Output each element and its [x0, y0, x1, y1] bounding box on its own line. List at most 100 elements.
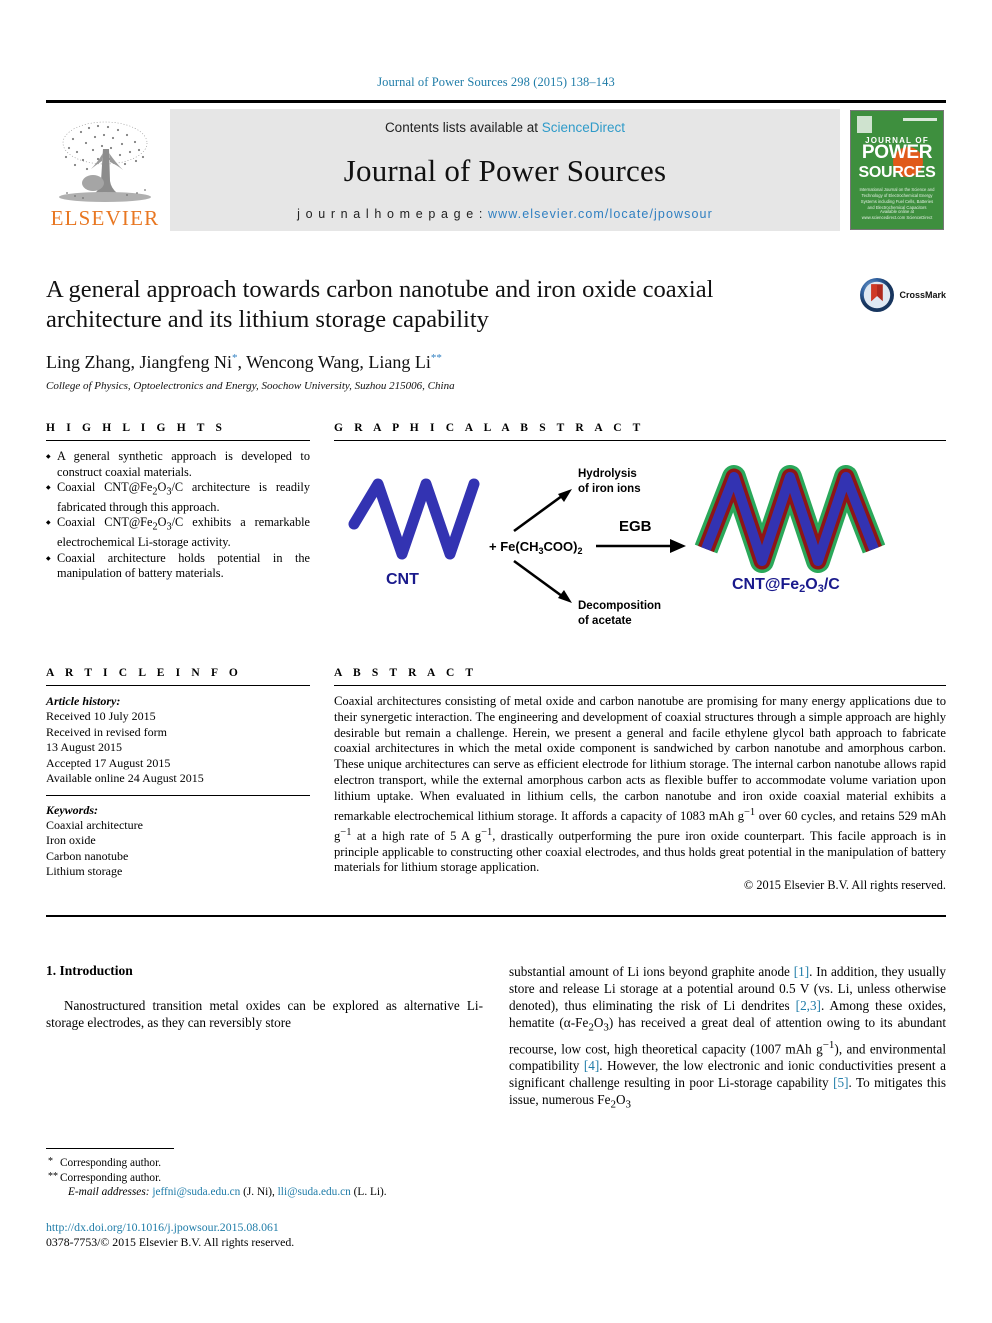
footnotes-block: * Corresponding author. ** Corresponding a… — [46, 1148, 486, 1250]
article-info-rule — [46, 685, 310, 686]
journal-homepage-line: j o u r n a l h o m e p a g e : www.else… — [297, 207, 713, 221]
homepage-url-link[interactable]: www.elsevier.com/locate/jpowsour — [488, 207, 713, 221]
article-info-heading: A R T I C L E I N F O — [46, 667, 242, 679]
crossmark-icon — [860, 278, 895, 312]
citation-link[interactable]: [4] — [584, 1058, 599, 1073]
section-divider-rule — [46, 915, 946, 918]
history-line: Available online 24 August 2015 — [46, 771, 204, 785]
article-history-label: Article history: — [46, 694, 121, 708]
coaxial-product-graphic — [694, 465, 886, 573]
graphical-abstract-heading: G R A P H I C A L A B S T R A C T — [334, 422, 645, 434]
graphical-abstract-svg: CNT + Fe(CH3COO)2 Hydrolysis of iron ion… — [348, 465, 886, 627]
footnote-mark-2: ** — [48, 1170, 58, 1182]
list-item: A general synthetic approach is develope… — [46, 449, 310, 480]
abstract-copyright: © 2015 Elsevier B.V. All rights reserved… — [743, 878, 946, 893]
body-column-right: substantial amount of Li ions beyond gra… — [509, 963, 946, 1114]
footnote-corresponding-2: ** Corresponding author. — [46, 1171, 486, 1186]
cover-top-rule — [903, 118, 937, 121]
email-addresses-label: E-mail addresses: — [68, 1186, 150, 1198]
journal-masthead: ELSEVIER Contents lists available at Sci… — [46, 100, 946, 231]
intro-paragraph-right: substantial amount of Li ions beyond gra… — [509, 964, 946, 1111]
page-title: A general approach towards carbon nanotu… — [46, 276, 714, 333]
citation-link[interactable]: [5] — [833, 1075, 848, 1090]
elsevier-wordmark: ELSEVIER — [50, 206, 160, 230]
highlights-list: A general synthetic approach is develope… — [46, 449, 310, 582]
affiliation: College of Physics, Optoelectronics and … — [46, 380, 455, 392]
article-page: Journal of Power Sources 298 (2015) 138–… — [0, 0, 992, 1323]
author-footnote-mark-2[interactable]: ** — [431, 352, 442, 364]
graphical-abstract-rule — [334, 440, 946, 441]
list-item: Coaxial CNT@Fe2O3/C exhibits a remarkabl… — [46, 515, 310, 550]
homepage-prefix: j o u r n a l h o m e p a g e : — [297, 207, 488, 221]
body-column-left: 1. Introduction Nanostructured transitio… — [46, 963, 483, 1114]
article-info-column: A R T I C L E I N F O Article history: R… — [46, 667, 310, 893]
hydrolysis-label-line1: Hydrolysis — [578, 468, 637, 480]
doi-link[interactable]: http://dx.doi.org/10.1016/j.jpowsour.201… — [46, 1220, 486, 1235]
history-line: Received 10 July 2015 — [46, 709, 156, 723]
cover-footer: Available online at www.sciencedirect.co… — [861, 209, 933, 220]
highlights-column: H I G H L I G H T S A general synthetic … — [46, 422, 310, 649]
highlights-graphical-area: H I G H L I G H T S A general synthetic … — [46, 422, 946, 649]
egb-label: EGB — [619, 518, 652, 535]
body-columns: 1. Introduction Nanostructured transitio… — [46, 963, 946, 1114]
author-group-2: , Wencong Wang, Liang Li — [237, 352, 431, 372]
keyword-item: Lithium storage — [46, 864, 123, 878]
keywords-label: Keywords: — [46, 802, 98, 817]
graphical-abstract-figure: CNT + Fe(CH3COO)2 Hydrolysis of iron ion… — [334, 449, 946, 649]
section-heading-introduction: 1. Introduction — [46, 963, 133, 979]
cnt-label: CNT — [386, 571, 419, 588]
cover-line2: POWER — [861, 142, 933, 163]
sciencedirect-link[interactable]: ScienceDirect — [542, 120, 625, 135]
footnote-rule — [46, 1148, 174, 1149]
article-info-abstract-area: A R T I C L E I N F O Article history: R… — [46, 667, 946, 893]
hydrolysis-label-line2: of iron ions — [578, 483, 641, 495]
doi-block: http://dx.doi.org/10.1016/j.jpowsour.201… — [46, 1220, 486, 1250]
contents-available-line: Contents lists available at ScienceDirec… — [385, 120, 625, 135]
abstract-rule — [334, 685, 946, 686]
title-block: A general approach towards carbon nanotu… — [46, 275, 946, 392]
highlights-heading: H I G H L I G H T S — [46, 422, 227, 434]
cnt-squiggle-graphic — [348, 478, 480, 560]
journal-title: Journal of Power Sources — [343, 153, 667, 188]
email-link-1[interactable]: jeffni@suda.edu.cn — [152, 1186, 240, 1198]
cover-blurb: International Journal on the Science and… — [859, 187, 935, 210]
abstract-column: A B S T R A C T Coaxial architectures co… — [334, 667, 946, 893]
elsevier-tree-icon — [59, 121, 151, 202]
abstract-text: Coaxial architectures consisting of meta… — [334, 694, 947, 875]
author-list: Ling Zhang, Jiangfeng Ni*, Wencong Wang,… — [46, 352, 806, 373]
journal-cover-thumbnail: JOURNAL OF POWER SOURCES International J… — [848, 109, 946, 231]
elsevier-logo: ELSEVIER — [46, 109, 164, 231]
running-head: Journal of Power Sources 298 (2015) 138–… — [377, 75, 615, 89]
list-item: Coaxial CNT@Fe2O3/C architecture is read… — [46, 480, 310, 515]
footnote-text-2: Corresponding author. — [60, 1171, 162, 1184]
keyword-item: Carbon nanotube — [46, 848, 129, 863]
decomposition-label-line1: Decomposition — [578, 600, 661, 612]
product-label: CNT@Fe2O3/C — [732, 576, 840, 595]
contents-prefix: Contents lists available at — [384, 120, 542, 135]
masthead-center-band: Contents lists available at ScienceDirec… — [170, 109, 840, 231]
email-owner-2: (L. Li) — [353, 1186, 384, 1198]
keywords-divider — [46, 794, 310, 796]
history-line: Received in revised form — [46, 724, 167, 739]
list-item: Coaxial architecture holds potential in … — [46, 551, 310, 582]
footnote-mark-1: * — [48, 1156, 53, 1167]
keyword-item: Iron oxide — [46, 833, 96, 847]
email-owner-1: (J. Ni) — [243, 1186, 273, 1198]
email-link-2[interactable]: lli@suda.edu.cn — [278, 1186, 351, 1198]
footnote-text-1: Corresponding author. — [60, 1157, 162, 1169]
crossmark-badge[interactable]: CrossMark — [859, 277, 946, 313]
decomposition-label-line2: of acetate — [578, 615, 632, 627]
intro-paragraph-left: Nanostructured transition metal oxides c… — [46, 998, 483, 1031]
footnote-emails: E-mail addresses: jeffni@suda.edu.cn (J.… — [68, 1186, 387, 1198]
crossmark-label: CrossMark — [899, 290, 946, 300]
keyword-item: Coaxial architecture — [46, 817, 143, 832]
cover-elsevier-mark — [857, 116, 872, 133]
footnote-corresponding-1: * Corresponding author. — [46, 1156, 486, 1171]
author-group-1: Ling Zhang, Jiangfeng Ni — [46, 352, 232, 372]
history-line: 13 August 2015 — [46, 740, 123, 754]
graphical-abstract-column: G R A P H I C A L A B S T R A C T CNT + … — [334, 422, 946, 649]
citation-link[interactable]: [1] — [794, 964, 809, 979]
history-line: Accepted 17 August 2015 — [46, 755, 171, 770]
citation-link[interactable]: [2,3] — [796, 998, 821, 1013]
cover-line3: SOURCES — [858, 164, 936, 181]
